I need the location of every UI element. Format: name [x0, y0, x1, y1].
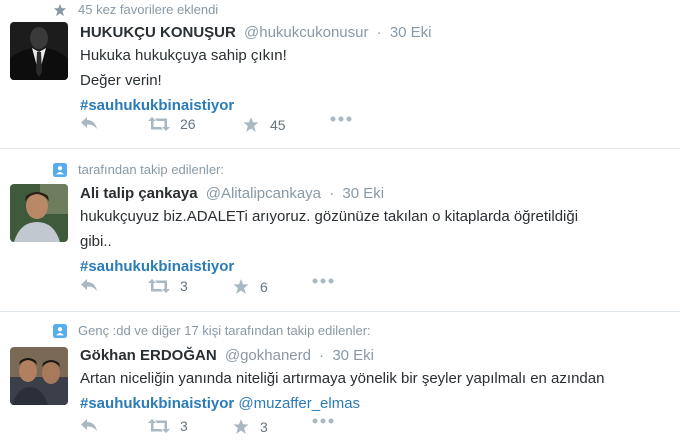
retweet-icon [148, 419, 170, 433]
timestamp[interactable]: 30 Eki [332, 347, 374, 364]
user-handle[interactable]: @Alitalipcankaya [206, 185, 321, 202]
retweet-count: 3 [180, 278, 188, 294]
tweet-line: Artan niceliğin yanında niteliği artırma… [80, 370, 605, 387]
reply-icon [81, 419, 97, 431]
more-icon [330, 116, 352, 122]
avatar[interactable] [10, 184, 68, 242]
divider [0, 311, 680, 312]
favorite-button[interactable]: 3 [232, 418, 268, 435]
divider [0, 148, 680, 149]
person-icon [53, 323, 67, 338]
more-button[interactable] [330, 116, 352, 122]
tweet-1[interactable]: 45 kez favorilere eklendi HUKUKÇU KONUŞU… [0, 0, 680, 148]
avatar[interactable] [10, 347, 68, 405]
hashtag-link[interactable]: #sauhukukbinaistiyor [80, 97, 234, 114]
separator-dot: · [329, 185, 335, 202]
star-icon [53, 3, 67, 16]
favorite-count: 6 [260, 278, 268, 295]
context-text: 45 kez favorilere eklendi [78, 2, 219, 17]
reply-button[interactable] [80, 418, 98, 432]
tweet-line: Değer verin! [80, 72, 162, 89]
tweet-context: tarafından takip edilenler: [52, 162, 224, 177]
star-icon [233, 279, 249, 294]
tweet-header: HUKUKÇU KONUŞUR @hukukcukonusur · 30 Eki [80, 24, 432, 41]
tweet-text: Artan niceliğin yanında niteliği artırma… [80, 366, 604, 416]
retweet-count: 3 [180, 418, 188, 434]
hashtag-link[interactable]: #sauhukukbinaistiyor [80, 258, 234, 275]
star-icon [243, 117, 259, 132]
reply-icon [81, 279, 97, 291]
favorite-button[interactable]: 6 [232, 278, 268, 295]
mention-link[interactable]: @muzaffer_elmas [238, 395, 360, 412]
display-name[interactable]: HUKUKÇU KONUŞUR [80, 24, 236, 41]
favorite-button[interactable]: 45 [242, 116, 286, 133]
tweet-header: Ali talip çankaya @Alitalipcankaya · 30 … [80, 185, 384, 202]
retweet-count: 26 [180, 116, 196, 132]
more-button[interactable] [312, 418, 334, 424]
separator-dot: · [376, 24, 382, 41]
reply-button[interactable] [80, 278, 98, 292]
hashtag-link[interactable]: #sauhukukbinaistiyor [80, 395, 234, 412]
display-name[interactable]: Ali talip çankaya [80, 185, 198, 202]
tweet-header: Gökhan ERDOĞAN @gokhanerd · 30 Eki [80, 347, 374, 364]
user-handle[interactable]: @gokhanerd [225, 347, 311, 364]
tweet-2[interactable]: tarafından takip edilenler: Ali talip ça… [0, 150, 680, 311]
star-icon [233, 419, 249, 434]
tweet-line: gibi.. [80, 233, 112, 250]
person-icon [53, 162, 67, 177]
avatar[interactable] [10, 22, 68, 80]
tweet-context: Genç :dd ve diğer 17 kişi tarafından tak… [52, 323, 371, 338]
tweet-text: Hukuka hukukçuya sahip çıkın! Değer veri… [80, 43, 287, 118]
tweet-line: Hukuka hukukçuya sahip çıkın! [80, 47, 287, 64]
more-icon [312, 278, 334, 284]
tweet-3[interactable]: Genç :dd ve diğer 17 kişi tarafından tak… [0, 313, 680, 435]
tweet-line: hukukçuyuz biz.ADALETi arıyoruz. gözünüz… [80, 208, 579, 225]
retweet-button[interactable]: 26 [148, 116, 196, 132]
more-icon [312, 418, 334, 424]
tweet-context: 45 kez favorilere eklendi [52, 2, 218, 17]
timestamp[interactable]: 30 Eki [390, 24, 432, 41]
tweet-text: hukukçuyuz biz.ADALETi arıyoruz. gözünüz… [80, 204, 578, 279]
context-text: tarafından takip edilenler: [78, 162, 224, 177]
separator-dot: · [319, 347, 325, 364]
reply-icon [81, 117, 97, 129]
more-button[interactable] [312, 278, 334, 284]
user-handle[interactable]: @hukukcukonusur [244, 24, 368, 41]
display-name[interactable]: Gökhan ERDOĞAN [80, 347, 217, 364]
timestamp[interactable]: 30 Eki [342, 185, 384, 202]
favorite-count: 45 [270, 116, 286, 133]
favorite-count: 3 [260, 418, 268, 435]
retweet-button[interactable]: 3 [148, 418, 188, 434]
retweet-icon [148, 117, 170, 131]
reply-button[interactable] [80, 116, 98, 130]
retweet-button[interactable]: 3 [148, 278, 188, 294]
retweet-icon [148, 279, 170, 293]
context-text: Genç :dd ve diğer 17 kişi tarafından tak… [78, 323, 371, 338]
